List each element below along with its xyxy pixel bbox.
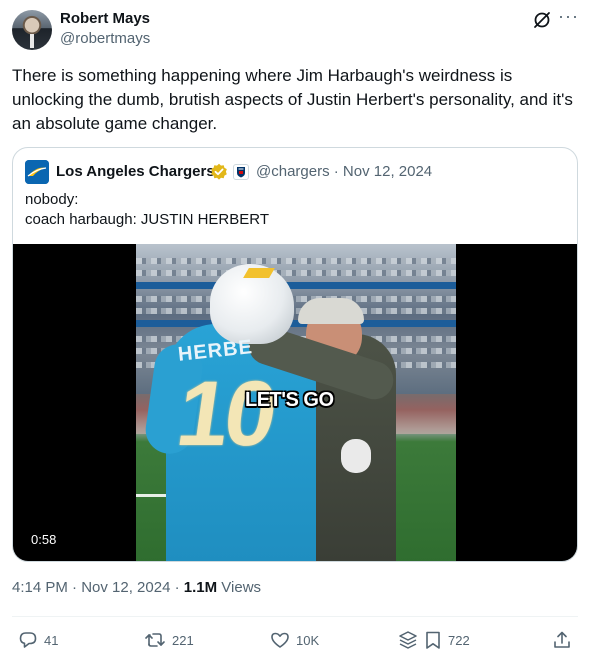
views-count: 1.1M xyxy=(183,579,218,596)
jersey-number: 10 xyxy=(170,363,280,465)
like-button[interactable]: 10K xyxy=(270,628,319,652)
author-handle[interactable]: @robertmays xyxy=(60,30,150,47)
grok-analyze-icon xyxy=(399,631,417,649)
video-duration: 0:58 xyxy=(25,530,63,549)
more-icon[interactable]: ··· xyxy=(558,6,579,27)
video-caption: LET'S GO xyxy=(245,389,334,411)
video-player[interactable]: HERBE 10 LET'S GO 0:58 xyxy=(13,244,577,561)
repost-icon xyxy=(145,633,165,647)
quoted-tweet[interactable]: Los Angeles Chargers @chargers · Nov 12,… xyxy=(12,147,578,562)
verified-badge-icon xyxy=(211,163,227,180)
bookmark-count: 722 xyxy=(448,632,470,648)
share-button[interactable] xyxy=(552,628,572,652)
bookmark-icon xyxy=(426,631,440,649)
nfl-affiliate-icon xyxy=(233,164,249,180)
quoted-tweet-text: nobody: coach harbaugh: JUSTIN HERBERT xyxy=(25,191,269,228)
tweet-timestamp[interactable]: 4:14 PM · Nov 12, 2024 · xyxy=(12,579,184,596)
quoted-handle-date: @chargers · Nov 12, 2024 xyxy=(256,163,433,180)
chargers-logo-icon xyxy=(25,160,49,184)
heart-icon xyxy=(271,632,289,648)
tweet-meta: 4:14 PM · Nov 12, 2024 · 1.1M Views xyxy=(12,579,261,596)
quoted-author-name[interactable]: Los Angeles Chargers xyxy=(56,163,215,180)
like-count: 10K xyxy=(296,632,320,648)
reply-icon xyxy=(19,632,37,648)
tweet-header: Robert Mays @robertmays ··· xyxy=(12,6,579,52)
repost-button[interactable]: 221 xyxy=(144,628,194,652)
tweet-text: There is something happening where Jim H… xyxy=(12,66,573,133)
reply-button[interactable]: 41 xyxy=(18,628,58,652)
bookmark-button[interactable]: 722 xyxy=(398,628,470,652)
reply-count: 41 xyxy=(44,632,59,648)
divider xyxy=(12,616,578,617)
author-name[interactable]: Robert Mays xyxy=(60,10,150,27)
repost-count: 221 xyxy=(172,632,194,648)
author-avatar[interactable] xyxy=(12,10,52,50)
action-bar: 41 221 10K 722 xyxy=(12,626,578,656)
grok-icon[interactable] xyxy=(532,10,552,30)
views-label: Views xyxy=(217,579,262,596)
share-icon xyxy=(554,631,570,648)
quoted-tweet-header: Los Angeles Chargers @chargers · Nov 12,… xyxy=(25,160,565,184)
